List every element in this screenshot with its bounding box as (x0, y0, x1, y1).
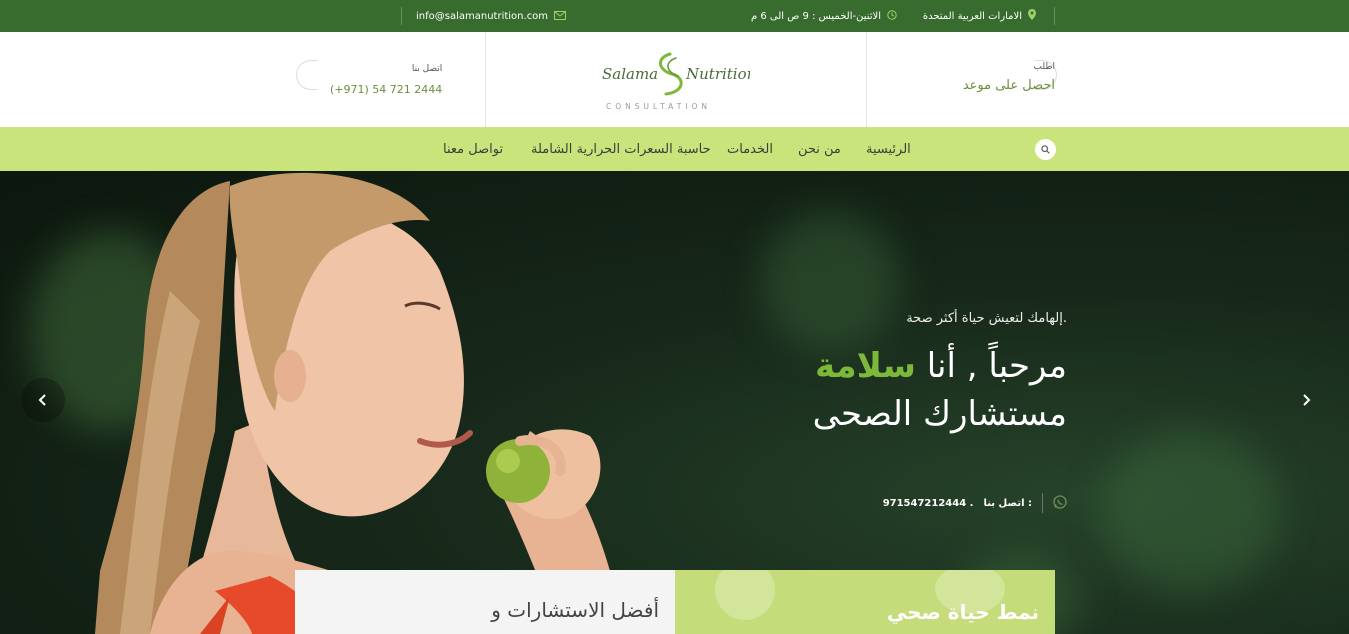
map-pin-icon (1028, 9, 1036, 23)
whatsapp-icon (1053, 494, 1067, 512)
hero-slider: إلهامك لتعيش حياة أكثر صحة. مرحباً , أنا… (0, 171, 1349, 634)
hours-text: الاثنين-الخميس : 9 ص الى 6 م (751, 10, 881, 22)
woman-eating-apple-image (95, 172, 640, 634)
site-header: اطلب احصل على موعد Salama Nutrition CONS… (0, 32, 1349, 127)
email-link[interactable]: info@salamanutrition.com (416, 11, 548, 22)
topbar-divider (401, 7, 402, 25)
hero-contact-divider (1042, 493, 1043, 513)
envelope-icon (554, 10, 567, 23)
nav-item-calorie-calculator[interactable]: حاسبة السعرات الحرارية الشاملة (531, 127, 711, 171)
topbar-location: الامارات العربية المتحدة (923, 0, 1036, 32)
topbar-hours: الاثنين-الخميس : 9 ص الى 6 م (751, 0, 897, 32)
feature-box-healthy-lifestyle-text: نمط حياة صحي (886, 600, 1039, 624)
contact-block[interactable]: اتصل بنا (+971) 54 721 2444 (330, 64, 442, 96)
contact-phone[interactable]: (+971) 54 721 2444 (330, 83, 442, 96)
topbar-divider (1054, 7, 1055, 25)
hero-contact-label: اتصل بنا : (983, 497, 1032, 509)
hero-contact-number[interactable]: 971547212444 . (883, 498, 974, 509)
appointment-small-label: اطلب (1033, 62, 1055, 72)
search-button[interactable] (1035, 139, 1056, 160)
hero-tagline: إلهامك لتعيش حياة أكثر صحة. (906, 311, 1067, 326)
hero-text-block: إلهامك لتعيش حياة أكثر صحة. مرحباً , أنا… (813, 311, 1067, 436)
header-divider (485, 32, 486, 127)
feature-box-consultations: أفضل الاستشارات و (295, 570, 675, 634)
top-bar: الامارات العربية المتحدة الاثنين-الخميس … (0, 0, 1349, 32)
feature-box-consultations-text: أفضل الاستشارات و (491, 598, 659, 622)
topbar-email[interactable]: info@salamanutrition.com (416, 0, 567, 32)
slider-next-button[interactable] (1284, 378, 1328, 422)
chevron-left-icon (38, 394, 46, 406)
contact-small-label: اتصل بنا (411, 64, 443, 74)
logo-text-nutrition: Nutrition (685, 65, 750, 83)
header-divider (866, 32, 867, 127)
slider-prev-button[interactable] (21, 378, 65, 422)
nav-item-contact[interactable]: تواصل معنا (443, 127, 503, 171)
hero-contact[interactable]: 971547212444 . اتصل بنا : (883, 493, 1067, 513)
appointment-link[interactable]: احصل على موعد (963, 78, 1055, 93)
location-text: الامارات العربية المتحدة (922, 10, 1022, 22)
logo-text-consultation: CONSULTATION (606, 102, 711, 111)
salama-nutrition-logo[interactable]: Salama Nutrition CONSULTATION (600, 48, 750, 112)
contact-arc-decoration (296, 60, 318, 90)
feature-box-healthy-lifestyle: نمط حياة صحي (675, 570, 1055, 634)
hero-headline-line2: مستشارك الصحى (812, 394, 1067, 435)
search-icon (1041, 145, 1050, 154)
bokeh-decoration (1100, 431, 1280, 591)
nav-item-services[interactable]: الخدمات (727, 127, 773, 171)
hero-headline: مرحباً , أنا سلامة (813, 344, 1067, 388)
chevron-right-icon (1303, 394, 1311, 406)
main-nav: الرئيسية من نحن الخدمات حاسبة السعرات ال… (0, 127, 1349, 171)
box-background-decoration (715, 570, 775, 620)
clock-icon (887, 9, 897, 23)
hero-headline-highlight: سلامة (814, 346, 916, 386)
nav-item-home[interactable]: الرئيسية (866, 127, 911, 171)
nav-item-about[interactable]: من نحن (798, 127, 841, 171)
logo-text-salama: Salama (602, 65, 658, 83)
hero-headline-prefix: مرحباً , أنا (926, 346, 1067, 386)
appointment-block[interactable]: اطلب احصل على موعد (963, 62, 1055, 93)
